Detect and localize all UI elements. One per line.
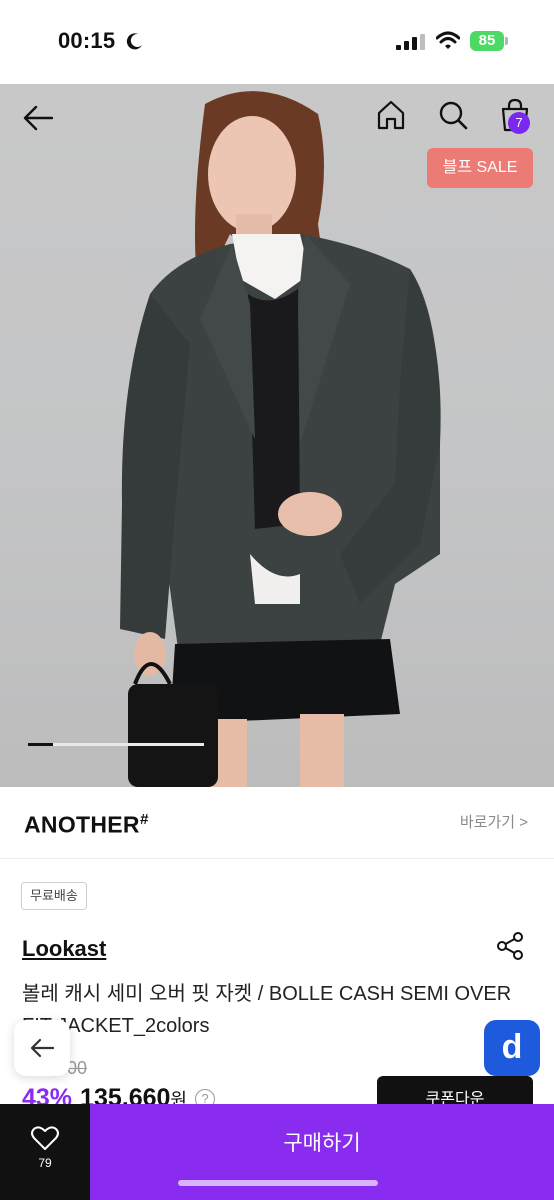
brand-logo: ANOTHER# bbox=[24, 811, 148, 839]
battery-cap bbox=[505, 37, 508, 45]
battery-level: 85 bbox=[470, 31, 504, 51]
like-button[interactable]: 79 bbox=[0, 1104, 90, 1200]
brand-mark: # bbox=[139, 811, 149, 828]
signal-icon bbox=[396, 34, 425, 50]
seller-link[interactable]: Lookast bbox=[22, 936, 106, 962]
app-shortcut-badge[interactable]: d bbox=[484, 1020, 540, 1076]
share-icon[interactable] bbox=[494, 930, 526, 962]
brand-name-text: ANOTHER bbox=[24, 811, 140, 838]
product-title: 볼레 캐시 세미 오버 핏 자켓 / BOLLE CASH SEMI OVER … bbox=[22, 983, 512, 1037]
wifi-icon bbox=[436, 31, 460, 49]
back-arrow-icon bbox=[30, 1038, 55, 1058]
like-count: 79 bbox=[38, 1156, 52, 1170]
status-time: 00:15 bbox=[58, 28, 116, 53]
home-icon[interactable] bbox=[374, 98, 408, 132]
sale-badge: 블프 SALE bbox=[427, 148, 533, 188]
moon-icon bbox=[126, 33, 142, 50]
gallery-progress-bar bbox=[28, 743, 204, 746]
back-arrow-icon[interactable] bbox=[20, 100, 56, 136]
brand-shortcut-link[interactable]: 바로가기 > bbox=[460, 811, 528, 832]
search-icon[interactable] bbox=[436, 98, 470, 132]
battery-indicator: 85 bbox=[470, 31, 510, 51]
cart-count-badge: 7 bbox=[508, 112, 530, 134]
gallery-progress-fill bbox=[28, 743, 53, 746]
floating-back-button[interactable] bbox=[14, 1020, 70, 1076]
heart-icon bbox=[31, 1126, 59, 1150]
product-image-gallery[interactable]: 7 블프 SALE bbox=[0, 84, 554, 787]
status-bar: 00:15 85 bbox=[0, 0, 554, 84]
home-indicator bbox=[178, 1180, 378, 1186]
brand-row[interactable]: ANOTHER# 바로가기 > bbox=[0, 787, 554, 859]
free-shipping-tag: 무료배송 bbox=[21, 882, 87, 910]
product-photo bbox=[120, 91, 441, 787]
